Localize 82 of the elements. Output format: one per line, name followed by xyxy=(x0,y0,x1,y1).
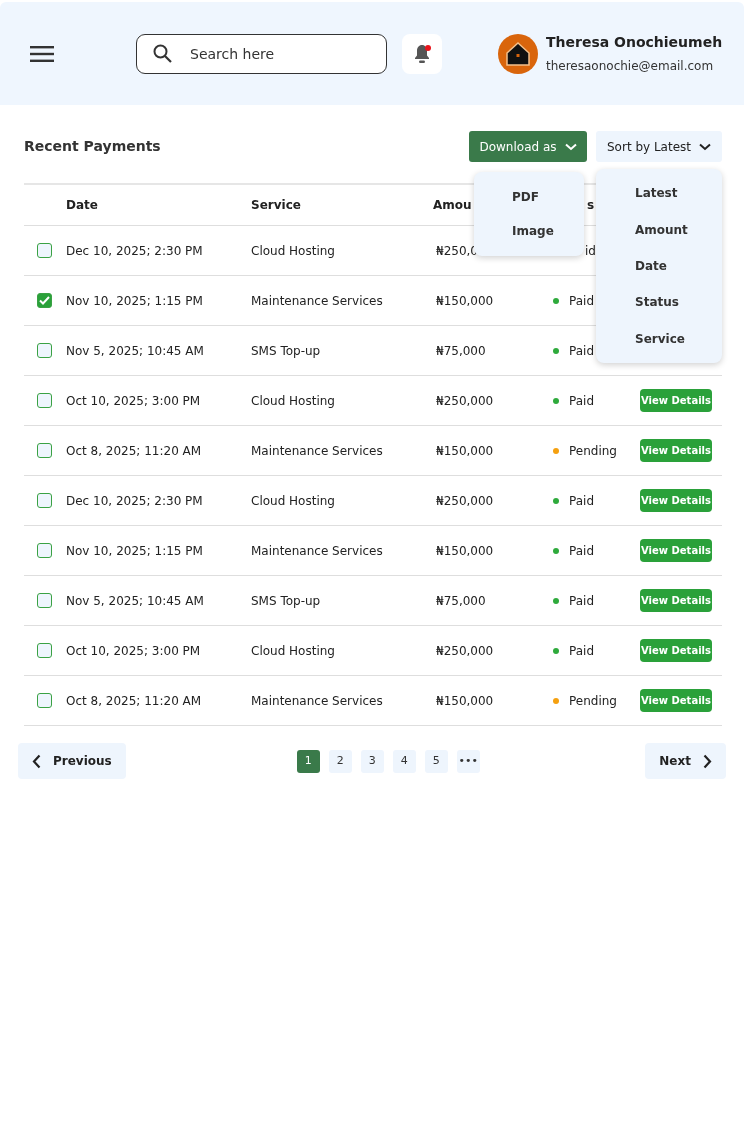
menu-item[interactable]: PDF xyxy=(474,180,584,214)
section-title: Recent Payments xyxy=(24,137,161,156)
table-cell: Nov 10, 2025; 1:15 PM xyxy=(66,293,203,308)
table-cell: Cloud Hosting xyxy=(251,493,335,508)
sort-button[interactable]: Sort by Latest xyxy=(596,131,722,162)
search-field[interactable]: Search here xyxy=(136,33,387,74)
menu-item[interactable]: Service xyxy=(596,320,722,358)
table-cell: Cloud Hosting xyxy=(251,393,335,408)
column-header: Amou xyxy=(433,197,472,214)
table-cell: ₦150,000 xyxy=(436,443,494,458)
chevron-down-icon xyxy=(564,142,577,151)
table-cell: Nov 5, 2025; 10:45 AM xyxy=(66,593,204,608)
status-text: Paid xyxy=(569,592,594,610)
table-cell: Maintenance Services xyxy=(251,693,383,708)
page-button[interactable]: 2 xyxy=(328,749,352,773)
menu-item[interactable]: Amount xyxy=(596,211,722,248)
chevron-right-icon xyxy=(703,753,712,769)
table-cell: ₦250,000 xyxy=(436,393,494,408)
avatar-icon xyxy=(498,33,538,74)
status-text: id xyxy=(584,242,596,260)
status-text: Paid xyxy=(569,292,594,310)
menu-item[interactable]: Date xyxy=(596,247,722,285)
table-cell: ₦250,000 xyxy=(436,493,494,508)
status-text: Paid xyxy=(569,642,594,660)
column-header: s xyxy=(587,197,595,214)
column-header: Service xyxy=(251,197,301,214)
table-cell: Oct 10, 2025; 3:00 PM xyxy=(66,643,201,658)
menu-item[interactable]: Status xyxy=(596,284,722,321)
chevron-left-icon xyxy=(32,753,41,769)
table-cell: Nov 5, 2025; 10:45 AM xyxy=(66,343,204,358)
table-cell: ₦150,000 xyxy=(436,543,494,558)
table-cell: Cloud Hosting xyxy=(251,243,335,258)
table-cell: Dec 10, 2025; 2:30 PM xyxy=(66,243,203,258)
previous-button[interactable]: Previous xyxy=(18,743,126,779)
checkbox[interactable] xyxy=(37,543,52,558)
column-header: Date xyxy=(66,197,98,214)
checkbox[interactable] xyxy=(37,593,52,608)
table-cell: Maintenance Services xyxy=(251,543,383,558)
status-text: Pending xyxy=(569,692,617,710)
page-button[interactable]: 1 xyxy=(296,749,320,773)
notification-button[interactable] xyxy=(402,33,442,74)
table-cell: ₦75,000 xyxy=(436,343,486,358)
status-text: Pending xyxy=(569,442,617,460)
checkbox[interactable] xyxy=(37,343,52,358)
menu-icon[interactable] xyxy=(30,44,54,63)
next-button[interactable]: Next xyxy=(645,743,726,779)
menu-item[interactable]: Latest xyxy=(596,175,722,212)
page-button[interactable]: 5 xyxy=(424,749,448,773)
page-button[interactable]: ••• xyxy=(456,749,480,773)
checkbox[interactable] xyxy=(37,393,52,408)
checkbox[interactable] xyxy=(37,693,52,708)
checkbox[interactable] xyxy=(37,443,52,458)
page-button[interactable]: 3 xyxy=(360,749,384,773)
table-cell: ₦150,000 xyxy=(436,293,494,308)
table-cell: Oct 8, 2025; 11:20 AM xyxy=(66,693,202,708)
checkbox[interactable] xyxy=(37,643,52,658)
status-text: Paid xyxy=(569,492,594,510)
bell-icon xyxy=(414,43,430,64)
status-text: Paid xyxy=(569,392,594,410)
user-email: theresaonochie@email.com xyxy=(546,58,715,75)
status-text: Paid xyxy=(569,542,594,560)
table-cell: SMS Top-up xyxy=(251,343,321,358)
table-cell: Cloud Hosting xyxy=(251,643,335,658)
table-cell: Oct 10, 2025; 3:00 PM xyxy=(66,393,201,408)
table-cell: ₦75,000 xyxy=(436,593,486,608)
table-cell: Nov 10, 2025; 1:15 PM xyxy=(66,543,203,558)
download-button[interactable]: Download as xyxy=(469,131,587,162)
table-cell: Dec 10, 2025; 2:30 PM xyxy=(66,493,203,508)
table-cell: Maintenance Services xyxy=(251,443,383,458)
chevron-down-icon xyxy=(699,142,711,151)
page-button[interactable]: 4 xyxy=(392,749,416,773)
checkbox[interactable] xyxy=(37,293,52,308)
table-cell: Oct 8, 2025; 11:20 AM xyxy=(66,443,202,458)
table-cell: ₦250,000 xyxy=(436,643,494,658)
menu-item[interactable]: Image xyxy=(474,214,584,248)
checkbox[interactable] xyxy=(37,493,52,508)
table-cell: SMS Top-up xyxy=(251,593,321,608)
user-name: Theresa Onochieumeh xyxy=(546,33,723,52)
checkbox[interactable] xyxy=(37,243,52,258)
table-cell: ₦150,000 xyxy=(436,693,494,708)
status-text: Paid xyxy=(569,342,594,360)
table-cell: Maintenance Services xyxy=(251,293,383,308)
